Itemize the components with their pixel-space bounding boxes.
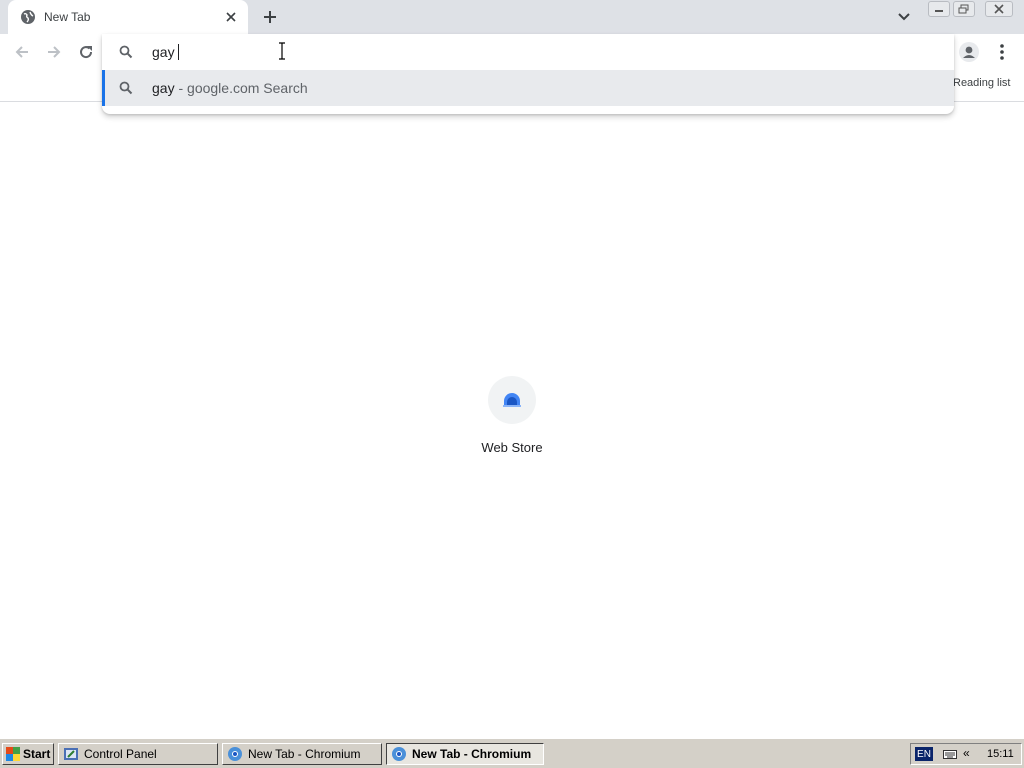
system-tray: EN « 15:11 <box>910 743 1022 765</box>
chromium-icon <box>228 747 242 761</box>
tray-expand-button[interactable]: « <box>963 746 970 760</box>
tab-search-button[interactable] <box>894 8 914 26</box>
shortcut-web-store[interactable]: Web Store <box>476 376 548 460</box>
omnibox[interactable] <box>102 34 954 70</box>
omnibox-input[interactable] <box>152 41 752 63</box>
taskbar-button-label: Control Panel <box>84 747 157 761</box>
forward-button[interactable] <box>42 40 66 64</box>
tab-strip: New Tab <box>0 0 1024 34</box>
plus-icon <box>264 11 276 23</box>
kebab-menu-icon <box>1000 44 1004 60</box>
taskbar-button-control-panel[interactable]: Control Panel <box>58 743 218 765</box>
omnibox-popup: gay - google.com Search <box>102 34 954 114</box>
clock: 15:11 <box>987 748 1014 760</box>
arrow-left-icon <box>15 46 28 58</box>
arrow-right-icon <box>48 46 61 58</box>
minimize-button[interactable] <box>928 1 950 17</box>
control-panel-icon <box>64 748 78 760</box>
shortcut-tile <box>488 376 536 424</box>
chevron-down-icon <box>898 13 910 21</box>
shortcut-label: Web Store <box>481 440 543 455</box>
suggestion-description: google.com Search <box>187 80 308 96</box>
window-close-button[interactable] <box>985 1 1013 17</box>
chromium-icon <box>392 747 406 761</box>
selection-indicator <box>102 70 105 106</box>
browser-menu-button[interactable] <box>992 40 1012 64</box>
reload-icon <box>80 46 93 59</box>
minimize-icon <box>935 10 943 12</box>
restore-button[interactable] <box>953 1 975 17</box>
taskbar-button-label: New Tab - Chromium <box>248 747 361 761</box>
tab-title: New Tab <box>44 10 91 24</box>
windows-logo-icon <box>6 747 20 761</box>
tab-new-tab[interactable]: New Tab <box>8 0 248 34</box>
reload-button[interactable] <box>74 40 98 64</box>
globe-icon <box>21 10 35 24</box>
omnibox-suggestion[interactable]: gay - google.com Search <box>102 70 954 106</box>
search-icon <box>119 81 133 95</box>
close-icon <box>994 4 1004 14</box>
suggestion-query: gay <box>152 80 175 96</box>
restore-icon <box>958 4 969 14</box>
back-button[interactable] <box>10 40 34 64</box>
start-button[interactable]: Start <box>2 743 54 765</box>
taskbar-button-chromium[interactable]: New Tab - Chromium <box>222 743 382 765</box>
close-icon[interactable] <box>222 8 240 26</box>
profile-button[interactable] <box>957 40 981 64</box>
i-beam-cursor-icon <box>279 42 285 60</box>
suggestion-text: gay - google.com Search <box>152 80 308 96</box>
taskbar-button-chromium-active[interactable]: New Tab - Chromium <box>386 743 544 765</box>
reading-list-button[interactable]: Reading list <box>953 77 1010 89</box>
start-label: Start <box>23 747 51 761</box>
taskbar-button-label: New Tab - Chromium <box>412 747 532 761</box>
suggestion-separator: - <box>174 80 188 96</box>
search-icon <box>119 45 133 59</box>
taskbar: Start Control Panel New Tab - Chromium N… <box>0 738 1024 768</box>
web-store-icon <box>503 393 521 407</box>
language-indicator[interactable]: EN <box>915 747 933 761</box>
person-icon <box>959 42 979 62</box>
text-caret <box>178 44 179 60</box>
new-tab-button[interactable] <box>258 6 282 28</box>
keyboard-icon[interactable] <box>943 748 957 760</box>
